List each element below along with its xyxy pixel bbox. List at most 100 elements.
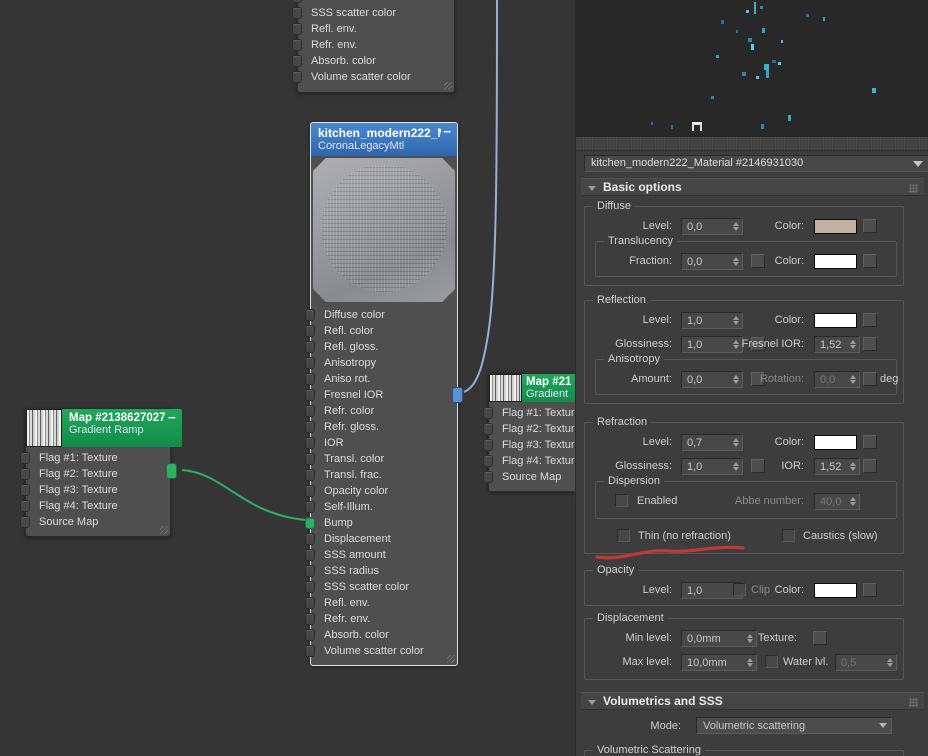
translucency-color-swatch[interactable] [814, 254, 857, 269]
dispersion-enabled-checkbox[interactable] [615, 494, 628, 507]
diffuse-color-map-button[interactable] [863, 219, 877, 233]
mode-dropdown[interactable]: Volumetric scattering [696, 717, 892, 734]
chevron-down-icon[interactable] [913, 161, 923, 167]
fresnel-ior-map-button[interactable] [863, 337, 877, 351]
slot-socket[interactable] [20, 500, 30, 512]
fresnel-ior-spinner[interactable]: 1,52 [814, 336, 860, 353]
slot-socket[interactable] [305, 501, 315, 513]
water-level-spinner[interactable]: 0,5 [835, 654, 897, 671]
slot-socket[interactable] [305, 341, 315, 353]
translucency-color-map-button[interactable] [863, 254, 877, 268]
slot-socket[interactable] [305, 533, 315, 545]
node-resize-grip[interactable] [444, 82, 452, 90]
slot-socket[interactable] [305, 613, 315, 625]
rollout-basic-options[interactable]: Basic options [581, 178, 924, 196]
slot-socket[interactable] [305, 309, 315, 321]
panel-splitter[interactable] [576, 137, 928, 151]
slot-label: SSS radius [324, 565, 380, 577]
node-partial-top[interactable]: SSS radius SSS scatter color Refl. env. Ref… [292, 0, 455, 93]
slot-socket[interactable] [305, 549, 315, 561]
viewport-node-mark [762, 28, 765, 33]
output-wire-blue[interactable] [463, 0, 498, 393]
slot-socket[interactable] [20, 516, 30, 528]
slot-socket[interactable] [305, 581, 315, 593]
abbe-number-spinner[interactable]: 40,0 [814, 493, 860, 510]
max-level-spinner[interactable]: 10,0mm [681, 654, 757, 671]
slot-socket[interactable] [305, 565, 315, 577]
rollout-volumetrics[interactable]: Volumetrics and SSS [581, 692, 924, 710]
slot-socket[interactable] [305, 357, 315, 369]
displacement-texture-map-button[interactable] [813, 631, 827, 645]
node-resize-grip[interactable] [160, 526, 168, 534]
spinner-arrows[interactable] [745, 658, 756, 667]
slot-socket[interactable] [305, 645, 315, 657]
slot-socket[interactable] [292, 23, 302, 35]
rollout-expand-icon[interactable] [588, 186, 596, 191]
rollout-expand-icon[interactable] [588, 700, 596, 705]
navigator-viewport[interactable] [576, 0, 928, 137]
reflection-color-swatch[interactable] [814, 313, 857, 328]
color-label: Color: [774, 314, 804, 326]
slot-socket[interactable] [483, 471, 493, 483]
spinner-arrows[interactable] [848, 340, 859, 349]
slot-socket[interactable] [20, 452, 30, 464]
water-level-checkbox[interactable] [765, 655, 778, 668]
slot-socket[interactable] [483, 439, 493, 451]
slot-socket[interactable] [292, 71, 302, 83]
material-name-dropdown[interactable]: kitchen_modern222_Material #2146931030 [584, 155, 928, 172]
node-gradient-ramp[interactable]: Map #2138627027 Gradient Ramp − Flag #1:… [20, 408, 182, 537]
node-editor-canvas[interactable]: SSS radius SSS scatter color Refl. env. Ref… [0, 0, 638, 756]
rotation-map-button[interactable] [863, 372, 877, 386]
slot-socket[interactable] [292, 0, 302, 3]
rollout-grip-icon[interactable] [909, 184, 918, 193]
node-collapse-button[interactable]: − [443, 124, 451, 139]
opacity-color-map-button[interactable] [863, 583, 877, 597]
spinner-arrows[interactable] [848, 375, 859, 384]
bump-wire-green[interactable] [181, 469, 307, 521]
slot-socket[interactable] [292, 55, 302, 67]
slot-socket[interactable] [305, 597, 315, 609]
reflection-color-map-button[interactable] [863, 313, 877, 327]
slot-socket[interactable] [305, 517, 315, 529]
diffuse-color-swatch[interactable] [814, 219, 857, 234]
slot-socket[interactable] [483, 407, 493, 419]
level-label: Level: [642, 436, 672, 448]
node-collapse-button[interactable]: − [168, 410, 176, 425]
slot-socket[interactable] [305, 373, 315, 385]
slot-socket[interactable] [20, 468, 30, 480]
node-header[interactable]: kitchen_modern222_M... CoronaLegacyMtl − [311, 123, 457, 156]
slot-socket[interactable] [305, 485, 315, 497]
slot-socket[interactable] [305, 437, 315, 449]
rotation-spinner[interactable]: 0,0 [814, 371, 860, 388]
spinner-arrows[interactable] [848, 497, 859, 506]
slot-socket[interactable] [305, 325, 315, 337]
slot-socket[interactable] [292, 39, 302, 51]
slot-label: Source Map [502, 471, 562, 483]
slot-socket[interactable] [305, 469, 315, 481]
slot-socket[interactable] [305, 629, 315, 641]
opacity-color-swatch[interactable] [814, 583, 857, 598]
material-output-socket[interactable] [452, 387, 463, 403]
slot-socket[interactable] [483, 455, 493, 467]
refraction-color-swatch[interactable] [814, 435, 857, 450]
node-corona-material[interactable]: kitchen_modern222_M... CoronaLegacyMtl −… [305, 122, 463, 666]
gradient-ramp-output-socket[interactable] [166, 463, 177, 479]
slot-socket[interactable] [483, 423, 493, 435]
node-resize-grip[interactable] [447, 655, 455, 663]
spinner-arrows[interactable] [848, 462, 859, 471]
ior-map-button[interactable] [863, 459, 877, 473]
slot-socket[interactable] [292, 7, 302, 19]
refraction-color-map-button[interactable] [863, 435, 877, 449]
slot-socket[interactable] [305, 389, 315, 401]
slot-socket[interactable] [305, 405, 315, 417]
thin-checkbox[interactable] [617, 529, 630, 542]
rollout-grip-icon[interactable] [909, 698, 918, 707]
caustics-checkbox[interactable] [782, 529, 795, 542]
spinner-arrows[interactable] [885, 658, 896, 667]
slot-socket[interactable] [305, 453, 315, 465]
slot-socket[interactable] [305, 421, 315, 433]
ior-spinner[interactable]: 1,52 [814, 458, 860, 475]
slot-socket[interactable] [20, 484, 30, 496]
node-slot-list: Diffuse color Refl. color Refl. gloss. Anis… [305, 304, 457, 665]
node-header[interactable]: Map #2138627027 Gradient Ramp − [62, 409, 182, 447]
